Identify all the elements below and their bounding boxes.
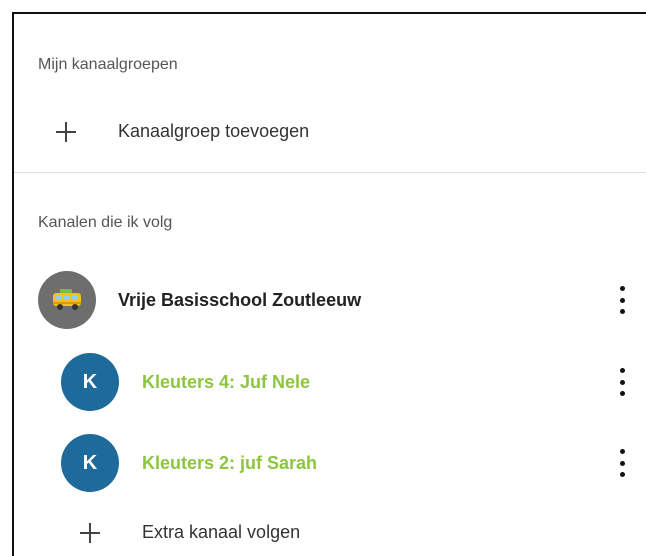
section-divider — [14, 172, 646, 173]
channel-name[interactable]: Kleuters 2: juf Sarah — [142, 453, 317, 474]
channel-name[interactable]: Kleuters 4: Juf Nele — [142, 372, 310, 393]
channel-more-icon[interactable] — [612, 449, 632, 477]
school-avatar — [38, 271, 96, 329]
plus-icon — [56, 122, 76, 142]
my-groups-heading: Mijn kanaalgroepen — [38, 56, 178, 73]
school-more-icon[interactable] — [612, 286, 632, 314]
follow-extra-channel-label: Extra kanaal volgen — [142, 522, 301, 542]
channels-panel: Mijn kanaalgroepen Kanaalgroep toevoegen… — [12, 12, 646, 556]
bus-icon — [53, 289, 81, 310]
add-group-label: Kanaalgroep toevoegen — [118, 121, 310, 141]
channel-row[interactable]: K Kleuters 4: Juf Nele — [14, 352, 646, 412]
add-group-row[interactable]: Kanaalgroep toevoegen — [14, 112, 646, 152]
channel-avatar: K — [61, 434, 119, 492]
channel-row[interactable]: K Kleuters 2: juf Sarah — [14, 433, 646, 493]
channel-more-icon[interactable] — [612, 368, 632, 396]
following-heading: Kanalen die ik volg — [38, 214, 173, 231]
school-name: Vrije Basisschool Zoutleeuw — [118, 290, 362, 310]
follow-extra-channel-row[interactable]: Extra kanaal volgen — [14, 514, 646, 554]
plus-icon — [80, 523, 100, 543]
school-row[interactable]: Vrije Basisschool Zoutleeuw — [14, 270, 646, 330]
channel-avatar: K — [61, 353, 119, 411]
